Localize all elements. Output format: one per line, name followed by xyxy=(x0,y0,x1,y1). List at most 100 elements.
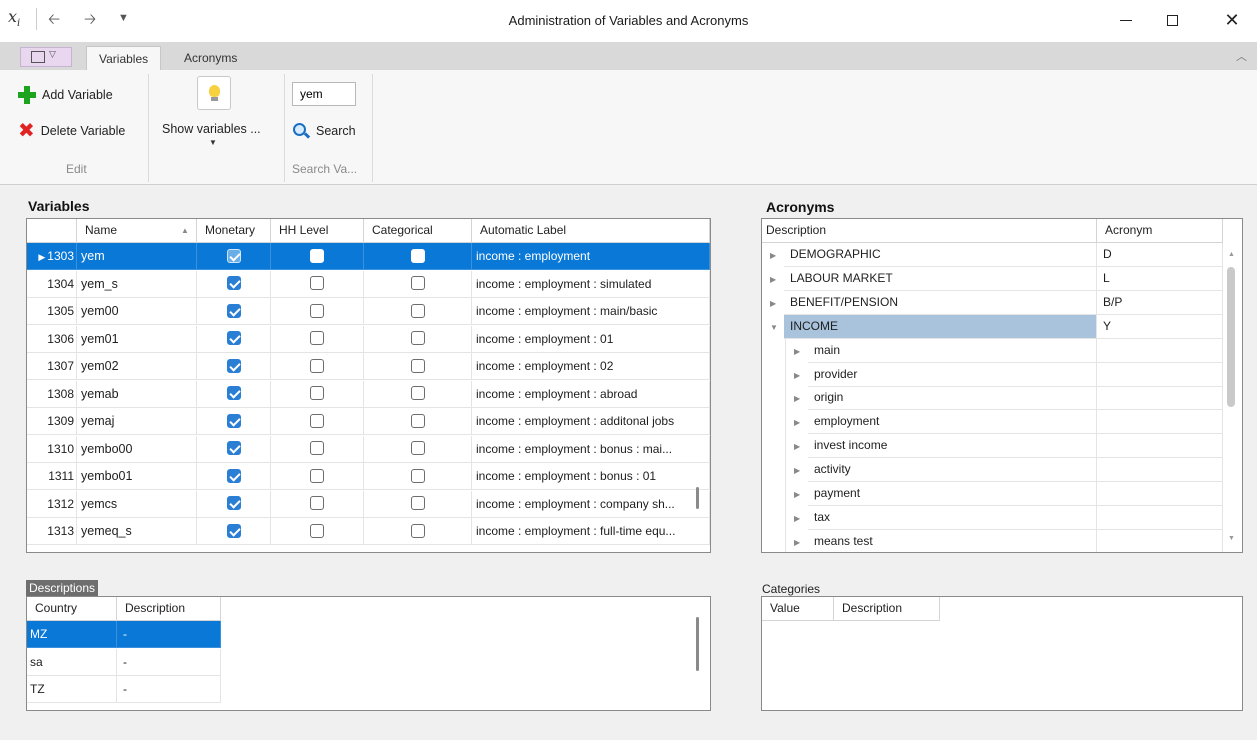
variable-name[interactable]: yemaj xyxy=(77,408,197,435)
hh-level-checkbox[interactable] xyxy=(310,358,324,373)
add-variable-button[interactable]: Add Variable xyxy=(18,86,113,104)
collapse-ribbon-icon[interactable]: ︿ xyxy=(1236,48,1247,64)
monetary-checkbox[interactable] xyxy=(226,413,241,428)
tree-expand-icon[interactable]: ▶ xyxy=(770,251,776,260)
close-button[interactable]: ✕ xyxy=(1212,6,1252,34)
monetary-checkbox[interactable] xyxy=(226,276,241,291)
tree-expand-icon[interactable]: ▶ xyxy=(770,299,776,308)
tree-row[interactable]: invest income ▶ xyxy=(762,434,1224,459)
tree-expand-icon[interactable]: ▶ xyxy=(794,538,800,547)
ribbon-app-menu-button[interactable]: ▽ xyxy=(20,47,72,67)
column-header-description[interactable]: Description xyxy=(117,597,221,621)
categorical-checkbox[interactable] xyxy=(410,441,425,456)
tree-row[interactable]: means test ▶ xyxy=(762,529,1224,552)
monetary-checkbox[interactable] xyxy=(226,248,241,263)
search-button[interactable]: Search xyxy=(292,122,356,140)
tree-row[interactable]: payment ▶ xyxy=(762,482,1224,506)
tree-row[interactable]: INCOME ▼ Y xyxy=(762,314,1224,339)
hh-level-checkbox[interactable] xyxy=(310,468,324,483)
column-header-description[interactable]: Description xyxy=(762,219,1097,243)
categorical-checkbox[interactable] xyxy=(410,248,425,263)
tree-row[interactable]: employment ▶ xyxy=(762,410,1224,435)
categorical-checkbox[interactable] xyxy=(410,523,425,538)
scroll-down-arrow[interactable]: ▼ xyxy=(1228,535,1235,542)
hh-level-checkbox[interactable] xyxy=(310,303,324,318)
variable-name[interactable]: yem00 xyxy=(77,298,197,325)
monetary-checkbox[interactable] xyxy=(226,331,241,346)
dropdown-arrow-icon[interactable]: ▼ xyxy=(209,138,217,147)
minimize-button[interactable] xyxy=(1106,6,1146,34)
column-header-monetary[interactable]: Monetary xyxy=(197,219,271,243)
column-header-categorical[interactable]: Categorical xyxy=(364,219,472,243)
column-header-hh-level[interactable]: HH Level xyxy=(271,219,364,243)
variable-name[interactable]: yem02 xyxy=(77,353,197,380)
search-input[interactable] xyxy=(292,82,356,106)
show-variables-button[interactable]: Show variables ... xyxy=(162,122,261,136)
monetary-checkbox[interactable] xyxy=(226,303,241,318)
column-header-automatic-label[interactable]: Automatic Label xyxy=(472,219,710,243)
variable-name[interactable]: yemeq_s xyxy=(77,518,197,545)
categorical-checkbox[interactable] xyxy=(410,358,425,373)
hh-level-checkbox[interactable] xyxy=(310,276,324,291)
maximize-button[interactable] xyxy=(1152,6,1192,34)
tab-variables[interactable]: Variables xyxy=(86,46,162,70)
hh-level-checkbox[interactable] xyxy=(310,386,324,401)
monetary-checkbox[interactable] xyxy=(226,523,241,538)
tree-row[interactable]: DEMOGRAPHIC ▶ D xyxy=(762,243,1224,267)
show-variables-button-icon-frame[interactable] xyxy=(197,76,231,110)
column-header-name[interactable]: Name ▲ xyxy=(77,219,197,243)
tree-row[interactable]: LABOUR MARKET ▶ L xyxy=(762,266,1224,291)
tree-row[interactable]: provider ▶ xyxy=(762,362,1224,387)
hh-level-checkbox[interactable] xyxy=(310,523,324,538)
variable-name[interactable]: yem xyxy=(77,243,197,270)
tree-row[interactable]: tax ▶ xyxy=(762,505,1224,530)
hh-level-checkbox[interactable] xyxy=(310,248,324,263)
column-header-country[interactable]: Country xyxy=(27,597,117,621)
tree-expand-icon[interactable]: ▶ xyxy=(794,347,800,356)
tree-expand-icon[interactable]: ▶ xyxy=(794,442,800,451)
tree-expand-icon[interactable]: ▶ xyxy=(794,514,800,523)
categorical-checkbox[interactable] xyxy=(410,386,425,401)
hh-level-checkbox[interactable] xyxy=(310,331,324,346)
tree-expand-icon[interactable]: ▶ xyxy=(794,394,800,403)
descriptions-scrollbar[interactable] xyxy=(696,617,699,671)
tree-row[interactable]: activity ▶ xyxy=(762,458,1224,483)
tree-collapse-icon[interactable]: ▼ xyxy=(770,323,778,332)
variables-scrollbar[interactable] xyxy=(696,487,699,509)
tree-row[interactable]: BENEFIT/PENSION ▶ B/P xyxy=(762,290,1224,315)
scroll-up-arrow[interactable]: ▲ xyxy=(1228,251,1235,258)
tab-acronyms[interactable]: Acronyms xyxy=(172,46,249,70)
tree-expand-icon[interactable]: ▶ xyxy=(794,371,800,380)
variable-name[interactable]: yembo01 xyxy=(77,463,197,490)
hh-level-checkbox[interactable] xyxy=(310,441,324,456)
tree-expand-icon[interactable]: ▶ xyxy=(770,275,776,284)
tree-row[interactable]: main ▶ xyxy=(762,338,1224,363)
column-header-value[interactable]: Value xyxy=(762,597,834,621)
variable-name[interactable]: yemcs xyxy=(77,490,197,518)
delete-variable-button[interactable]: ✖ Delete Variable xyxy=(18,121,125,141)
categorical-checkbox[interactable] xyxy=(410,331,425,346)
monetary-checkbox[interactable] xyxy=(226,468,241,483)
monetary-checkbox[interactable] xyxy=(226,386,241,401)
variable-name[interactable]: yem_s xyxy=(77,270,197,298)
variable-name[interactable]: yemab xyxy=(77,380,197,408)
tree-row[interactable]: origin ▶ xyxy=(762,386,1224,411)
column-header-description[interactable]: Description xyxy=(834,597,940,621)
monetary-checkbox[interactable] xyxy=(226,441,241,456)
tree-expand-icon[interactable]: ▶ xyxy=(794,466,800,475)
monetary-checkbox[interactable] xyxy=(226,496,241,511)
monetary-checkbox[interactable] xyxy=(226,358,241,373)
categorical-checkbox[interactable] xyxy=(410,496,425,511)
tree-expand-icon[interactable]: ▶ xyxy=(794,418,800,427)
categorical-checkbox[interactable] xyxy=(410,468,425,483)
categorical-checkbox[interactable] xyxy=(410,276,425,291)
hh-level-checkbox[interactable] xyxy=(310,413,324,428)
column-header-acronym[interactable]: Acronym xyxy=(1097,219,1223,243)
tree-expand-icon[interactable]: ▶ xyxy=(794,490,800,499)
variable-name[interactable]: yem01 xyxy=(77,325,197,353)
hh-level-checkbox[interactable] xyxy=(310,496,324,511)
variable-name[interactable]: yembo00 xyxy=(77,435,197,463)
categorical-checkbox[interactable] xyxy=(410,413,425,428)
acronyms-scrollbar-thumb[interactable] xyxy=(1227,267,1235,407)
categorical-checkbox[interactable] xyxy=(410,303,425,318)
